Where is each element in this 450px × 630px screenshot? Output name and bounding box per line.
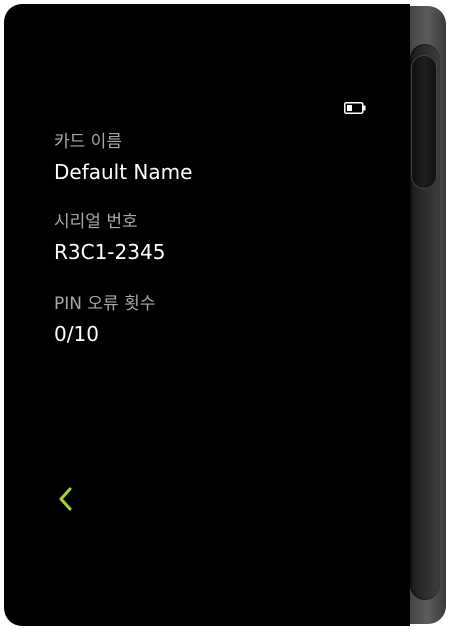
pin-error-label: PIN 오류 횟수 [54, 294, 156, 314]
serial-label: 시리얼 번호 [54, 212, 138, 232]
pin-error-value: 0/10 [54, 322, 99, 346]
side-button[interactable] [412, 56, 436, 188]
battery-low-icon [344, 102, 366, 114]
serial-value: R3C1-2345 [54, 240, 166, 264]
back-button[interactable] [56, 486, 78, 512]
pin-error-section: PIN 오류 횟수 0/10 [54, 294, 155, 346]
chevron-left-icon [59, 487, 72, 511]
screen: 카드 이름 Default Name 시리얼 번호 R3C1-2345 PIN … [4, 4, 410, 626]
card-name-value: Default Name [54, 160, 193, 184]
serial-section: 시리얼 번호 R3C1-2345 [54, 212, 165, 264]
card-name-label: 카드 이름 [54, 132, 122, 152]
device: 카드 이름 Default Name 시리얼 번호 R3C1-2345 PIN … [0, 0, 450, 630]
card-name-section: 카드 이름 Default Name [54, 132, 192, 184]
